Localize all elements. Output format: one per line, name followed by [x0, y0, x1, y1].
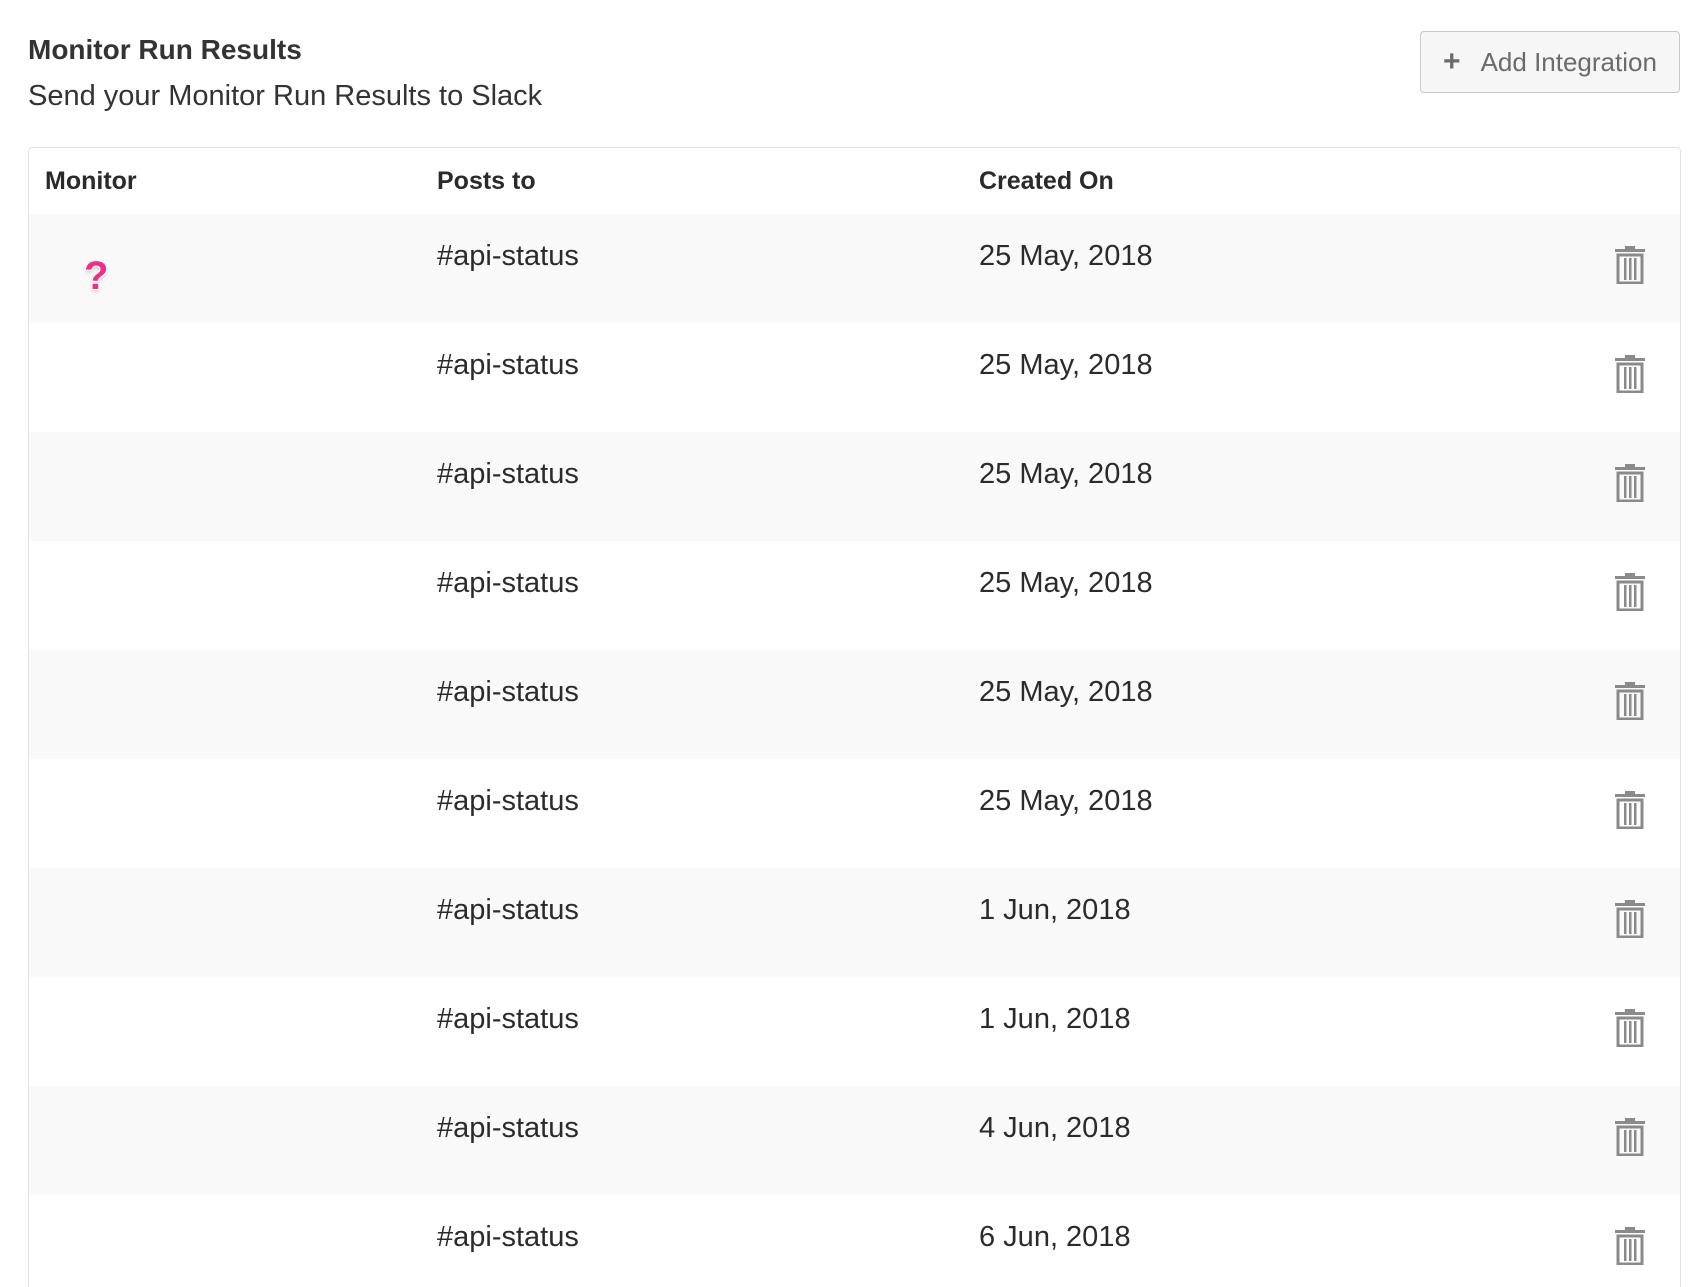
- posts-to-cell: #api-status: [437, 894, 579, 926]
- page-subtitle: Send your Monitor Run Results to Slack: [28, 80, 543, 112]
- posts-to-cell: #api-status: [437, 240, 579, 272]
- posts-to-cell: #api-status: [437, 1221, 579, 1253]
- trash-icon[interactable]: [1614, 1009, 1646, 1048]
- created-on-cell: 4 Jun, 2018: [979, 1112, 1131, 1144]
- add-integration-button[interactable]: + Add Integration: [1420, 31, 1680, 93]
- created-on-cell: 25 May, 2018: [979, 349, 1153, 381]
- table-row: #api-status 25 May, 2018: [29, 432, 1680, 541]
- section-header: Monitor Run Results Send your Monitor Ru…: [28, 30, 542, 116]
- monitor-cell: ?: [84, 254, 120, 298]
- posts-to-cell: #api-status: [437, 1112, 579, 1144]
- column-header-created-on: Created On: [979, 167, 1114, 195]
- trash-icon[interactable]: [1614, 791, 1646, 830]
- created-on-cell: 25 May, 2018: [979, 676, 1153, 708]
- created-on-cell: 6 Jun, 2018: [979, 1221, 1131, 1253]
- trash-icon[interactable]: [1614, 1227, 1646, 1266]
- created-on-cell: 1 Jun, 2018: [979, 894, 1131, 926]
- column-header-posts-to: Posts to: [437, 167, 536, 195]
- table-row: #api-status 25 May, 2018: [29, 650, 1680, 759]
- table-row: #api-status 25 May, 2018: [29, 323, 1680, 432]
- page-title: Monitor Run Results: [28, 34, 302, 65]
- table-body: ? #api-status 25 May, 2018 #api-status 2…: [29, 214, 1680, 1287]
- table-row: #api-status 1 Jun, 2018: [29, 977, 1680, 1086]
- posts-to-cell: #api-status: [437, 567, 579, 599]
- integrations-table: Monitor Posts to Created On ? #api-statu…: [28, 147, 1681, 1287]
- plus-icon: +: [1443, 45, 1461, 78]
- posts-to-cell: #api-status: [437, 349, 579, 381]
- trash-icon[interactable]: [1614, 464, 1646, 503]
- created-on-cell: 1 Jun, 2018: [979, 1003, 1131, 1035]
- trash-icon[interactable]: [1614, 1118, 1646, 1157]
- posts-to-cell: #api-status: [437, 458, 579, 490]
- posts-to-cell: #api-status: [437, 1003, 579, 1035]
- trash-icon[interactable]: [1614, 355, 1646, 394]
- trash-icon[interactable]: [1614, 900, 1646, 939]
- table-row: ? #api-status 25 May, 2018: [29, 214, 1680, 323]
- table-row: #api-status 6 Jun, 2018: [29, 1195, 1680, 1287]
- trash-icon[interactable]: [1614, 573, 1646, 612]
- trash-icon[interactable]: [1614, 246, 1646, 285]
- question-mark-icon: ?: [84, 254, 109, 298]
- created-on-cell: 25 May, 2018: [979, 567, 1153, 599]
- posts-to-cell: #api-status: [437, 676, 579, 708]
- table-header: Monitor Posts to Created On: [29, 148, 1680, 214]
- created-on-cell: 25 May, 2018: [979, 458, 1153, 490]
- integrations-page: Monitor Run Results Send your Monitor Ru…: [0, 0, 1706, 1287]
- table-row: #api-status 1 Jun, 2018: [29, 868, 1680, 977]
- table-row: #api-status 25 May, 2018: [29, 759, 1680, 868]
- posts-to-cell: #api-status: [437, 785, 579, 817]
- trash-icon[interactable]: [1614, 682, 1646, 721]
- created-on-cell: 25 May, 2018: [979, 785, 1153, 817]
- table-row: #api-status 4 Jun, 2018: [29, 1086, 1680, 1195]
- created-on-cell: 25 May, 2018: [979, 240, 1153, 272]
- add-integration-label: Add Integration: [1480, 46, 1657, 77]
- column-header-monitor: Monitor: [45, 167, 137, 195]
- table-row: #api-status 25 May, 2018: [29, 541, 1680, 650]
